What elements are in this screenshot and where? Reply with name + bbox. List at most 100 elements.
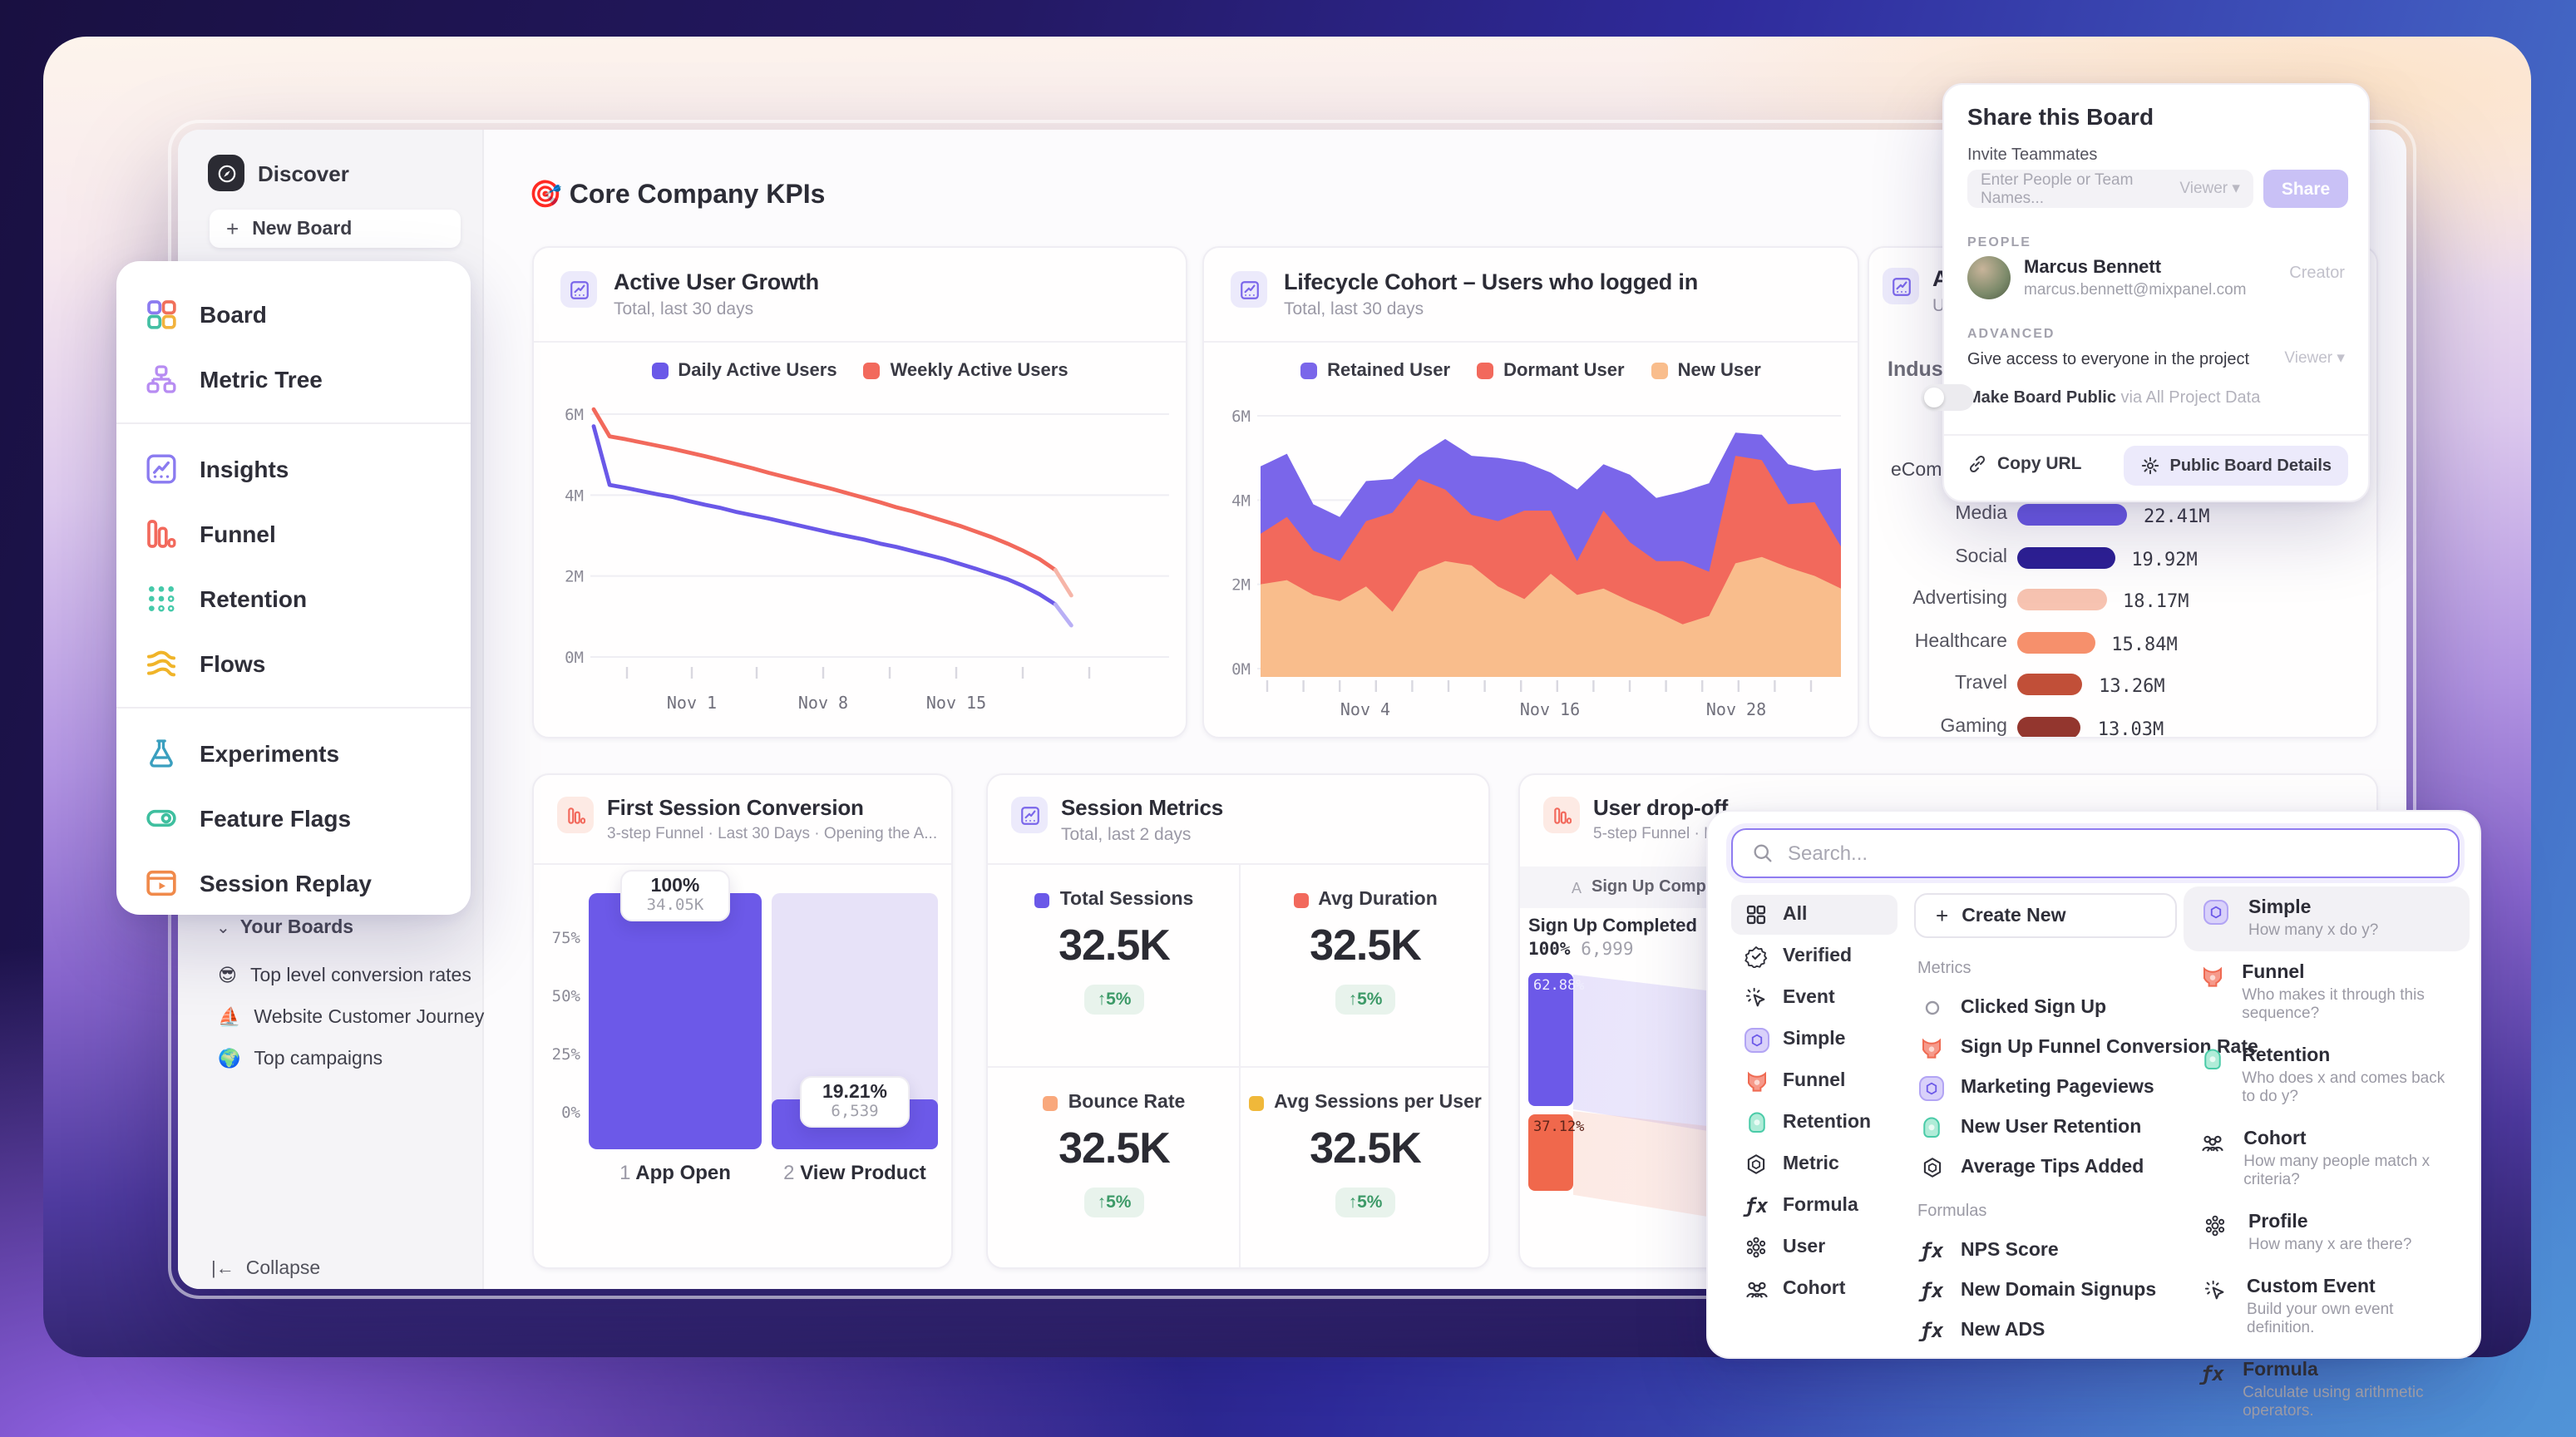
bar-value-label: 15.84M <box>2111 633 2178 654</box>
menu-item-label: Board <box>200 300 267 327</box>
menu-item-insights[interactable]: Insights <box>116 436 471 501</box>
kpi-quadrant[interactable]: Avg Duration32.5K↑5% <box>1239 863 1492 1066</box>
menu-item-label: Session Replay <box>200 869 372 896</box>
menu-item-flows[interactable]: Flows <box>116 630 471 695</box>
new-board-button[interactable]: + New Board <box>210 210 461 248</box>
search-result-item[interactable]: ƒxNew ADS <box>1914 1311 2159 1351</box>
menu-item-session-replay[interactable]: Session Replay <box>116 850 471 915</box>
type-title: Formula <box>2243 1360 2455 1380</box>
legend-item: Dormant User <box>1477 361 1625 381</box>
give-access-label: Give access to everyone in the project <box>1967 351 2249 369</box>
user-cluster-icon <box>2198 1214 2232 1237</box>
card-active-user-growth[interactable]: Active User Growth Total, last 30 days D… <box>532 246 1187 738</box>
make-public-toggle[interactable] <box>1921 384 1974 411</box>
legend-label: New User <box>1678 361 1761 381</box>
industry-bar-row[interactable]: Travel13.26M <box>1869 670 2378 700</box>
kpi-legend: Total Sessions <box>988 890 1241 910</box>
category-label: User <box>1783 1237 1825 1257</box>
chart-legend: Retained UserDormant UserNew User <box>1204 361 1858 381</box>
category-label: Cohort <box>1783 1279 1845 1299</box>
sidebar-board-item[interactable]: 😎Top level conversion rates <box>218 955 484 996</box>
invite-input[interactable]: Enter People or Team Names... Viewer ▾ <box>1967 170 2253 208</box>
give-access-role-dropdown[interactable]: Viewer ▾ <box>2284 349 2345 368</box>
search-category-user[interactable]: User <box>1731 1227 1897 1267</box>
create-new-button[interactable]: + Create New <box>1914 893 2177 938</box>
sidebar-collapse-button[interactable]: |← Collapse <box>211 1259 320 1279</box>
legend-item: New User <box>1651 361 1761 381</box>
search-category-simple[interactable]: Simple <box>1731 1020 1897 1059</box>
type-desc: How many people match x criteria? <box>2243 1153 2455 1189</box>
menu-item-metric-tree[interactable]: Metric Tree <box>116 346 471 411</box>
menu-item-experiments[interactable]: Experiments <box>116 720 471 785</box>
search-category-metric[interactable]: Metric <box>1731 1144 1897 1184</box>
kpi-legend: Bounce Rate <box>988 1093 1241 1113</box>
line-chart-icon <box>1231 271 1267 308</box>
card-subtitle: Total, last 30 days <box>1284 299 1698 319</box>
sidebar-board-item[interactable]: ⛵Website Customer Journey <box>218 996 484 1038</box>
kpi-quadrant[interactable]: Total Sessions32.5K↑5% <box>988 863 1241 1066</box>
active-user-growth-chart[interactable]: 6M4M2M0MNov 1Nov 8Nov 15 <box>544 394 1179 727</box>
metric-type-retention[interactable]: RetentionWho does x and comes back to do… <box>2184 1035 2470 1118</box>
lifecycle-cohort-chart[interactable]: 6M4M2M0MNov 4Nov 16Nov 28 <box>1214 394 1851 727</box>
card-session-metrics[interactable]: Session Metrics Total, last 2 days Total… <box>986 773 1490 1269</box>
funnel-step-label: 2 View Product <box>755 1161 953 1184</box>
sidebar-discover[interactable]: Discover <box>208 155 349 191</box>
result-label: New Domain Signups <box>1961 1281 2156 1301</box>
search-input[interactable]: Search... <box>1731 828 2460 878</box>
menu-item-feature-flags[interactable]: Feature Flags <box>116 785 471 850</box>
industry-bar-row[interactable]: Gaming13.03M <box>1869 713 2378 738</box>
industry-bar-row[interactable]: Advertising18.17M <box>1869 585 2378 615</box>
share-button[interactable]: Share <box>2263 170 2348 208</box>
create-new-label: Create New <box>1962 906 2065 926</box>
discover-compass-icon <box>208 155 244 191</box>
metric-type-simple[interactable]: SimpleHow many x do y? <box>2184 886 2470 951</box>
metric-type-funnel[interactable]: FunnelWho makes it through this sequence… <box>2184 951 2470 1035</box>
your-boards-toggle[interactable]: ⌄ Your Boards <box>216 918 353 938</box>
funnel-segment-converted[interactable]: 62.88% <box>1528 973 1573 1106</box>
search-category-verified[interactable]: Verified <box>1731 936 1897 976</box>
industry-bar-row[interactable]: Social19.92M <box>1869 543 2378 573</box>
copy-url-button[interactable]: Copy URL <box>1967 454 2082 474</box>
svg-text:6M: 6M <box>1231 407 1251 426</box>
feature-flags-icon <box>143 801 180 834</box>
search-category-funnel[interactable]: Funnel <box>1731 1061 1897 1101</box>
result-label: Marketing Pageviews <box>1961 1078 2154 1098</box>
retention-icon <box>143 581 180 615</box>
metric-type-cohort[interactable]: CohortHow many people match x criteria? <box>2184 1118 2470 1201</box>
funnel-segment-dropped[interactable]: 37.12% <box>1528 1114 1573 1191</box>
industry-bar-row[interactable]: Healthcare15.84M <box>1869 628 2378 658</box>
kpi-quadrant[interactable]: Avg Sessions per User32.5K↑5% <box>1239 1066 1492 1269</box>
sidebar-board-item[interactable]: 🌍Top campaigns <box>218 1038 484 1079</box>
svg-text:Nov 16: Nov 16 <box>1520 699 1580 719</box>
funnel-chart-icon <box>557 797 594 833</box>
metric-type-formula[interactable]: ƒxFormulaCalculate using arithmetic oper… <box>2184 1349 2470 1432</box>
y-axis-label: 25% <box>547 1046 580 1064</box>
funnel-bar-step1[interactable] <box>589 893 762 1149</box>
search-category-all[interactable]: All <box>1731 895 1897 935</box>
search-result-item[interactable]: ƒxNPS Score <box>1914 1231 2159 1271</box>
line-chart-icon <box>1883 268 1919 304</box>
industry-bar-row[interactable]: Media22.41M <box>1869 501 2378 531</box>
menu-item-funnel[interactable]: Funnel <box>116 501 471 565</box>
card-lifecycle-cohort[interactable]: Lifecycle Cohort – Users who logged in T… <box>1202 246 1859 738</box>
card-first-session-conversion[interactable]: First Session Conversion 3-step Funnel ·… <box>532 773 953 1269</box>
chart-legend: Daily Active UsersWeekly Active Users <box>534 361 1186 381</box>
cohort-people-icon <box>1743 1277 1769 1301</box>
metric-type-custom-event[interactable]: Custom EventBuild your own event definit… <box>2184 1266 2470 1349</box>
funnel-glyph-icon <box>1743 1069 1769 1094</box>
search-category-formula[interactable]: ƒxFormula <box>1731 1186 1897 1226</box>
search-category-event[interactable]: Event <box>1731 978 1897 1018</box>
menu-item-board[interactable]: Board <box>116 281 471 346</box>
svg-text:Nov 28: Nov 28 <box>1706 699 1766 719</box>
invite-input-placeholder: Enter People or Team Names... <box>1981 170 2179 207</box>
search-category-cohort[interactable]: Cohort <box>1731 1269 1897 1309</box>
role-selector-dropdown[interactable]: Viewer ▾ <box>2179 180 2240 198</box>
metric-type-profile[interactable]: ProfileHow many x are there? <box>2184 1201 2470 1266</box>
search-result-item[interactable]: ƒxNew Domain Signups <box>1914 1271 2159 1311</box>
category-label: Metric <box>1783 1154 1839 1174</box>
menu-item-retention[interactable]: Retention <box>116 565 471 630</box>
kpi-quadrant[interactable]: Bounce Rate32.5K↑5% <box>988 1066 1241 1269</box>
public-board-details-button[interactable]: Public Board Details <box>2124 446 2349 486</box>
legend-label: Daily Active Users <box>678 361 836 381</box>
search-category-retention[interactable]: Retention <box>1731 1103 1897 1143</box>
